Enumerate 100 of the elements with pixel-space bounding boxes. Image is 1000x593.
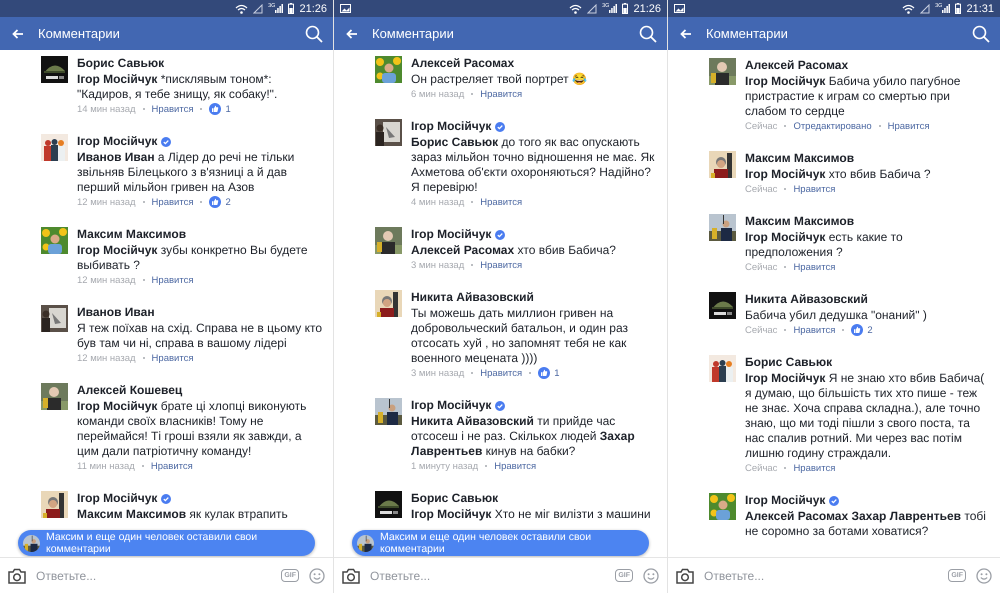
comment-text: Ігор Мосійчук есть какие то предположения ?: [745, 230, 904, 260]
comment-time: 11 мин назад: [77, 460, 135, 472]
like-link[interactable]: Нравится: [152, 196, 194, 208]
emoji-icon[interactable]: [309, 568, 325, 584]
back-arrow-icon[interactable]: [346, 28, 358, 38]
comment-time: 12 мин назад: [77, 196, 136, 208]
like-link[interactable]: Нравится: [888, 120, 930, 132]
like-link[interactable]: Нравится: [793, 324, 836, 336]
like-link[interactable]: Нравится: [793, 462, 836, 474]
signal-icon: [587, 4, 598, 14]
comment-time: 14 мин назад: [77, 104, 136, 114]
search-icon[interactable]: [972, 24, 990, 42]
comment-text: Никита Айвазовский ти прийде час отсосеш і не раз. Скількох людей Захар Лаврентьев кинув на бабки?: [411, 414, 636, 459]
comment-time: 3 мин назад: [411, 368, 464, 378]
author-name[interactable]: Максим Максимов: [77, 227, 186, 242]
page-title: Комментарии: [38, 26, 121, 41]
like-count: 1: [225, 104, 231, 114]
like-link[interactable]: Нравится: [793, 184, 836, 194]
author-name[interactable]: Ігор Мосійчук: [411, 119, 492, 134]
battery-icon: [288, 3, 294, 14]
author-name[interactable]: Алексей Расомах: [411, 56, 514, 71]
like-link[interactable]: Нравится: [793, 262, 836, 272]
comment-time: 3 мин назад: [411, 260, 464, 270]
comment-time: 1 минуту назад: [411, 460, 478, 472]
like-link[interactable]: Нравится: [480, 260, 522, 270]
comment-text: Иванов Иван а Лідер до речі не тільки звільняв Білецького з в'язниці а й дав перший мільйон гривен на Азов: [77, 150, 296, 195]
author-name[interactable]: Ігор Мосійчук: [77, 491, 158, 506]
comment-text: Он растреляет твой портрет 😂: [411, 72, 588, 87]
page-title: Комментарии: [372, 26, 455, 41]
comment-time: 4 мин назад: [411, 196, 464, 208]
battery-icon: [622, 3, 628, 14]
comment-text: Я теж поїхав на схід. Справа не в цьому кто був там чи ні, справа в вашому лідері: [77, 321, 323, 351]
author-name[interactable]: Борис Савьюк: [745, 355, 832, 370]
like-link[interactable]: Нравится: [152, 352, 194, 364]
comment-time: 12 мин назад: [77, 274, 136, 286]
new-comments-banner[interactable]: Максим и еще один человек оставили свои комментарии: [352, 530, 649, 556]
comment-text: Ігор Мосійчук зубы конкретно Вы будете выбивать ?: [77, 243, 309, 273]
author-name[interactable]: Алексей Расомах: [745, 58, 848, 73]
thumbs-up-icon: [851, 324, 864, 336]
author-name[interactable]: Алексей Кошевец: [77, 383, 182, 398]
like-count: 1: [554, 368, 560, 378]
page-title: Комментарии: [706, 26, 789, 41]
reply-field[interactable]: Ответьте...: [36, 568, 272, 582]
like-link[interactable]: Нравится: [150, 460, 193, 472]
author-name[interactable]: Ігор Мосійчук: [411, 398, 492, 413]
status-time: 21:26: [299, 2, 327, 14]
author-name[interactable]: Ігор Мосійчук: [745, 493, 826, 508]
like-link[interactable]: Нравится: [152, 274, 194, 286]
emoji-icon[interactable]: [643, 568, 659, 584]
search-icon[interactable]: [639, 24, 657, 42]
search-icon[interactable]: [305, 24, 323, 42]
like-link[interactable]: Нравится: [480, 88, 522, 100]
edited-link[interactable]: Отредактировано: [793, 120, 872, 132]
reply-field[interactable]: Ответьте...: [704, 568, 938, 582]
comment-time: Сейчас: [745, 324, 778, 336]
cell-signal-icon: [275, 2, 284, 12]
comment-time: Сейчас: [745, 462, 778, 474]
author-name[interactable]: Никита Айвазовский: [411, 290, 534, 305]
signal-icon: [920, 4, 930, 14]
new-comments-banner[interactable]: Максим и еще один человек оставили свои комментарии: [18, 530, 315, 556]
emoji-icon[interactable]: [976, 568, 992, 584]
comment-text: Борис Савьюк до того як вас опускають зараз мільйон точно відношення не має. Як Ахметова об'єкти охороняються? Надійно? Я перевірю!: [411, 135, 656, 195]
author-name[interactable]: Никита Айвазовский: [745, 292, 868, 307]
cell-signal-icon: [942, 2, 950, 12]
comment-text: Ігор Мосійчук Хто не міг вилізти з машини: [411, 507, 652, 522]
like-link[interactable]: Нравится: [494, 460, 536, 472]
comment-text: Ігор Мосійчук брате ці хлопці виконують команди своїх власників! Тому не переймайся! Ті гроші взяли як завжди, а цим дали патріотичну команду!: [77, 399, 308, 459]
like-count: 2: [225, 196, 231, 208]
cell-signal-icon: [609, 2, 618, 12]
author-name[interactable]: Борис Савьюк: [411, 491, 498, 506]
thumbs-up-icon: [538, 367, 550, 379]
wifi-icon: [569, 4, 582, 14]
author-name[interactable]: Максим Максимов: [745, 151, 854, 166]
status-time: 21:31: [966, 2, 994, 14]
reply-field[interactable]: Ответьте...: [370, 568, 606, 582]
like-count: 2: [867, 324, 873, 336]
author-name[interactable]: Ігор Мосійчук: [411, 227, 492, 242]
comment-time: 6 мин назад: [411, 88, 464, 100]
comment-text: Ігор Мосійчук *писклявым тоном*: "Кадиров, я тебе знищу, як собаку!".: [77, 72, 278, 102]
comment-text: Ігор Мосійчук хто вбив Бабича ?: [745, 167, 932, 182]
like-link[interactable]: Нравится: [480, 196, 522, 208]
comment-text: Алексей Расомах хто вбив Бабича?: [411, 243, 617, 258]
camera-icon[interactable]: [342, 568, 360, 584]
comment-text: Ігор Мосійчук Бабича убило пагубное пристрастие к играм со смертью при слабом то сердце: [745, 74, 962, 119]
author-name[interactable]: Борис Савьюк: [77, 56, 164, 71]
comment-time: Сейчас: [745, 184, 778, 194]
author-name[interactable]: Иванов Иван: [77, 305, 155, 320]
signal-icon: [253, 4, 264, 14]
comment-text: Алексей Расомах Захар Лаврентьев тобі не соромно за ботами ховатися?: [745, 509, 987, 539]
camera-icon[interactable]: [676, 568, 694, 584]
like-link[interactable]: Нравится: [152, 104, 194, 114]
author-name[interactable]: Максим Максимов: [745, 214, 854, 229]
back-arrow-icon[interactable]: [680, 28, 692, 38]
thumbs-up-icon: [209, 196, 222, 208]
comment-time: 12 мин назад: [77, 352, 136, 364]
back-arrow-icon[interactable]: [12, 28, 24, 38]
author-name[interactable]: Ігор Мосійчук: [77, 134, 158, 149]
camera-icon[interactable]: [8, 568, 26, 584]
like-link[interactable]: Нравится: [480, 368, 522, 378]
comment-time: Сейчас: [745, 120, 778, 132]
